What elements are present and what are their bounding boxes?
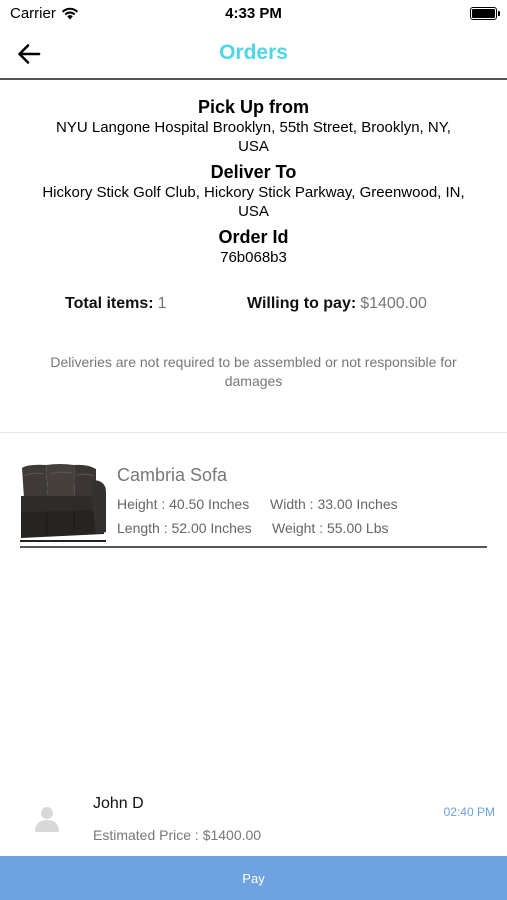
order-id-title: Order Id <box>218 227 289 247</box>
bid-row[interactable]: John D 02:40 PM Estimated Price : $1400.… <box>0 790 507 856</box>
totals-row: Total items: 1 Willing to pay: $1400.00 <box>0 295 507 317</box>
item-width: Width : 33.00 Inches <box>270 496 398 512</box>
sofa-image <box>20 462 106 544</box>
navigation-bar: Orders <box>0 28 507 80</box>
status-time: 4:33 PM <box>225 5 282 22</box>
pay-button[interactable]: Pay <box>0 856 507 900</box>
deliver-title: Deliver To <box>210 162 297 182</box>
order-id-value: 76b068b3 <box>220 249 287 266</box>
bid-time: 02:40 PM <box>443 805 495 819</box>
section-divider <box>0 432 507 433</box>
total-items: Total items: 1 <box>65 295 167 313</box>
total-items-label: Total items: <box>65 295 154 312</box>
page-title: Orders <box>219 41 288 64</box>
item-name: Cambria Sofa <box>117 465 228 485</box>
item-length: Length : 52.00 Inches <box>117 520 252 536</box>
willing-to-pay-value: $1400.00 <box>360 295 427 312</box>
deliver-address: Hickory Stick Golf Club, Hickory Stick P… <box>42 184 465 220</box>
willing-to-pay-label: Willing to pay: <box>247 295 357 312</box>
order-details: Pick Up from NYU Langone Hospital Brookl… <box>0 82 507 267</box>
total-items-value: 1 <box>157 295 167 312</box>
disclaimer-text: Deliveries are not required to be assemb… <box>50 354 457 389</box>
estimated-price: Estimated Price : $1400.00 <box>93 827 262 843</box>
status-bar: Carrier 4:33 PM <box>0 0 507 28</box>
item-height: Height : 40.50 Inches <box>117 496 250 512</box>
item-weight: Weight : 55.00 Lbs <box>272 520 389 536</box>
willing-to-pay: Willing to pay: $1400.00 <box>247 295 427 313</box>
bidder-name: John D <box>93 795 144 812</box>
battery-icon <box>470 7 500 20</box>
pickup-address: NYU Langone Hospital Brooklyn, 55th Stre… <box>56 119 451 155</box>
pickup-title: Pick Up from <box>197 97 310 117</box>
user-avatar-icon <box>35 807 59 832</box>
item-card[interactable]: Cambria Sofa Height : 40.50 Inches Width… <box>20 458 487 548</box>
